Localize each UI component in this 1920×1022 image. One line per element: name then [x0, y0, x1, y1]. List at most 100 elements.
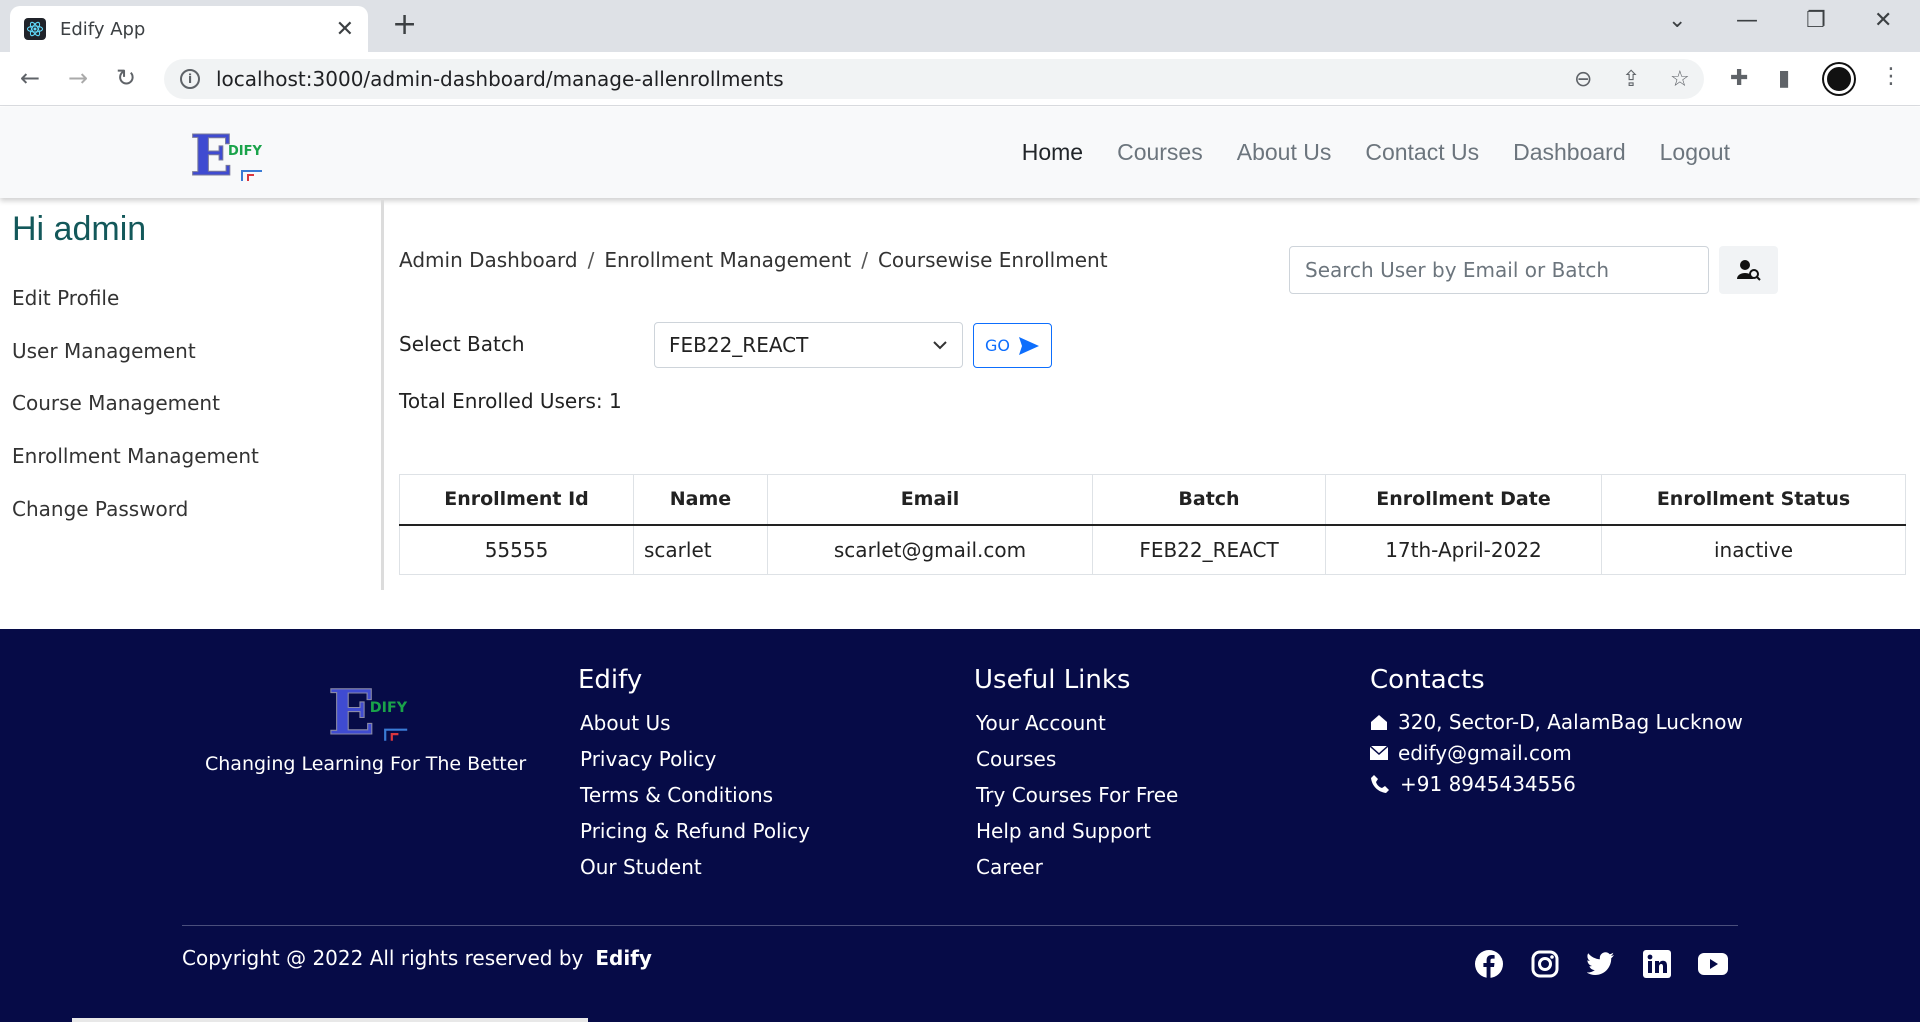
footer-link-privacy-policy[interactable]: Privacy Policy — [580, 747, 716, 771]
tab-search-icon[interactable]: ⌄ — [1668, 8, 1686, 33]
breadcrumb-enrollment-management[interactable]: Enrollment Management — [604, 248, 851, 272]
footer-link-terms[interactable]: Terms & Conditions — [580, 783, 773, 807]
linkedin-icon[interactable] — [1642, 949, 1672, 979]
sidebar-item-course-management[interactable]: Course Management — [12, 391, 220, 415]
footer-edify-title: Edify — [578, 665, 643, 695]
search-user-button[interactable] — [1719, 246, 1778, 294]
cell-enrollment-date: 17th-April-2022 — [1325, 524, 1602, 575]
horizontal-scrollbar[interactable] — [72, 1018, 588, 1022]
site-footer: E DIFY Changing Learning For The Better … — [0, 629, 1920, 1022]
tab-title: Edify App — [60, 18, 146, 40]
batch-select-value: FEB22_REACT — [669, 333, 809, 357]
nav-contact-us[interactable]: Contact Us — [1365, 139, 1479, 166]
go-button[interactable]: GO — [973, 323, 1052, 368]
footer-link-help-support[interactable]: Help and Support — [976, 819, 1151, 843]
bookmark-star-icon[interactable]: ☆ — [1670, 67, 1690, 92]
browser-tabbar: Edify App ✕ + ⌄ — ❐ ✕ — [0, 0, 1920, 52]
side-panel-icon[interactable]: ▮ — [1778, 66, 1790, 91]
footer-link-your-account[interactable]: Your Account — [976, 711, 1106, 735]
youtube-icon[interactable] — [1698, 949, 1728, 979]
browser-toolbar: ← → ↻ i localhost:3000/admin-dashboard/m… — [0, 52, 1920, 106]
greeting: Hi admin — [12, 210, 147, 248]
share-icon[interactable]: ⇪ — [1622, 67, 1640, 92]
contact-address-text: 320, Sector-D, AalamBag Lucknow — [1398, 710, 1743, 734]
footer-divider — [182, 925, 1738, 926]
svg-text:E: E — [328, 679, 375, 743]
breadcrumb-separator: / — [861, 248, 868, 272]
cell-enrollment-status: inactive — [1601, 524, 1906, 575]
select-batch-label: Select Batch — [399, 332, 525, 356]
sidebar-item-enrollment-management[interactable]: Enrollment Management — [12, 444, 259, 468]
url-text[interactable]: localhost:3000/admin-dashboard/manage-al… — [216, 67, 784, 91]
batch-select[interactable]: FEB22_REACT — [654, 322, 963, 368]
copyright: Copyright @ 2022 All rights reserved by … — [182, 946, 652, 970]
nav-about-us[interactable]: About Us — [1237, 139, 1332, 166]
search-input[interactable] — [1289, 246, 1709, 294]
logo-text: DIFY — [228, 144, 263, 159]
footer-link-our-student[interactable]: Our Student — [580, 855, 702, 879]
table-header-row: Enrollment Id Name Email Batch Enrollmen… — [399, 474, 1906, 526]
column-header-enrollment-date: Enrollment Date — [1325, 474, 1602, 526]
nav-dashboard[interactable]: Dashboard — [1513, 139, 1626, 166]
address-bar[interactable]: i localhost:3000/admin-dashboard/manage-… — [164, 59, 1704, 99]
footer-useful-links-title: Useful Links — [974, 665, 1131, 695]
footer-link-about-us[interactable]: About Us — [580, 711, 671, 735]
footer-link-career[interactable]: Career — [976, 855, 1043, 879]
envelope-icon — [1370, 746, 1388, 760]
table-row: 55555 scarlet scarlet@gmail.com FEB22_RE… — [399, 524, 1906, 575]
sidebar-item-user-management[interactable]: User Management — [12, 339, 196, 363]
footer-link-pricing-refund[interactable]: Pricing & Refund Policy — [580, 819, 810, 843]
nav-home[interactable]: Home — [1022, 139, 1083, 166]
home-icon — [1371, 715, 1387, 730]
breadcrumb-separator: / — [587, 248, 595, 272]
footer-tagline: Changing Learning For The Better — [205, 753, 527, 775]
restore-icon[interactable]: ❐ — [1806, 8, 1826, 33]
contact-email: edify@gmail.com — [1370, 741, 1572, 765]
enrollment-table: Enrollment Id Name Email Batch Enrollmen… — [399, 474, 1906, 575]
total-enrolled-users: Total Enrolled Users: 1 — [399, 389, 622, 413]
reload-icon[interactable]: ↻ — [116, 64, 136, 92]
cell-batch: FEB22_REACT — [1092, 524, 1326, 575]
cell-email: scarlet@gmail.com — [767, 524, 1093, 575]
footer-link-courses[interactable]: Courses — [976, 747, 1056, 771]
site-info-icon[interactable]: i — [180, 69, 200, 89]
browser-tab[interactable]: Edify App ✕ — [10, 6, 368, 52]
nav-logout[interactable]: Logout — [1660, 139, 1730, 166]
close-window-icon[interactable]: ✕ — [1874, 8, 1892, 33]
instagram-icon[interactable] — [1530, 949, 1560, 979]
cell-enrollment-id: 55555 — [399, 524, 634, 575]
menu-kebab-icon[interactable]: ⋮ — [1880, 64, 1902, 89]
sidebar-item-edit-profile[interactable]: Edit Profile — [12, 286, 119, 310]
footer-link-try-courses[interactable]: Try Courses For Free — [976, 783, 1178, 807]
forward-icon[interactable]: → — [68, 64, 88, 92]
cell-name: scarlet — [633, 524, 768, 575]
minimize-icon[interactable]: — — [1736, 8, 1758, 33]
sidebar-item-change-password[interactable]: Change Password — [12, 497, 188, 521]
svg-text:E: E — [190, 125, 233, 183]
extensions-icon[interactable]: ✚ — [1730, 66, 1748, 91]
column-header-name: Name — [633, 474, 768, 526]
copyright-brand[interactable]: Edify — [595, 946, 652, 970]
new-tab-icon[interactable]: + — [392, 10, 417, 40]
facebook-icon[interactable] — [1474, 949, 1504, 979]
edify-logo[interactable]: E DIFY — [190, 125, 270, 183]
contact-phone: +91 8945434556 — [1370, 772, 1576, 796]
back-icon[interactable]: ← — [20, 64, 40, 92]
contact-phone-text: +91 8945434556 — [1400, 772, 1576, 796]
main-nav: Home Courses About Us Contact Us Dashboa… — [1022, 107, 1730, 198]
tab-close-icon[interactable]: ✕ — [336, 17, 354, 42]
chevron-down-icon — [933, 341, 947, 350]
footer-edify-logo[interactable]: E DIFY — [328, 679, 416, 743]
column-header-email: Email — [767, 474, 1093, 526]
nav-courses[interactable]: Courses — [1117, 139, 1203, 166]
twitter-icon[interactable] — [1586, 949, 1616, 979]
column-header-enrollment-status: Enrollment Status — [1601, 474, 1906, 526]
column-header-batch: Batch — [1092, 474, 1326, 526]
copyright-text: Copyright @ 2022 All rights reserved by — [182, 946, 584, 970]
user-search-icon — [1736, 260, 1761, 281]
profile-avatar-icon[interactable] — [1824, 64, 1854, 94]
breadcrumb-admin-dashboard[interactable]: Admin Dashboard — [399, 248, 578, 272]
site-header: E DIFY Home Courses About Us Contact Us … — [0, 107, 1920, 198]
contact-email-text: edify@gmail.com — [1398, 741, 1572, 765]
zoom-icon[interactable]: ⊖ — [1574, 67, 1592, 92]
